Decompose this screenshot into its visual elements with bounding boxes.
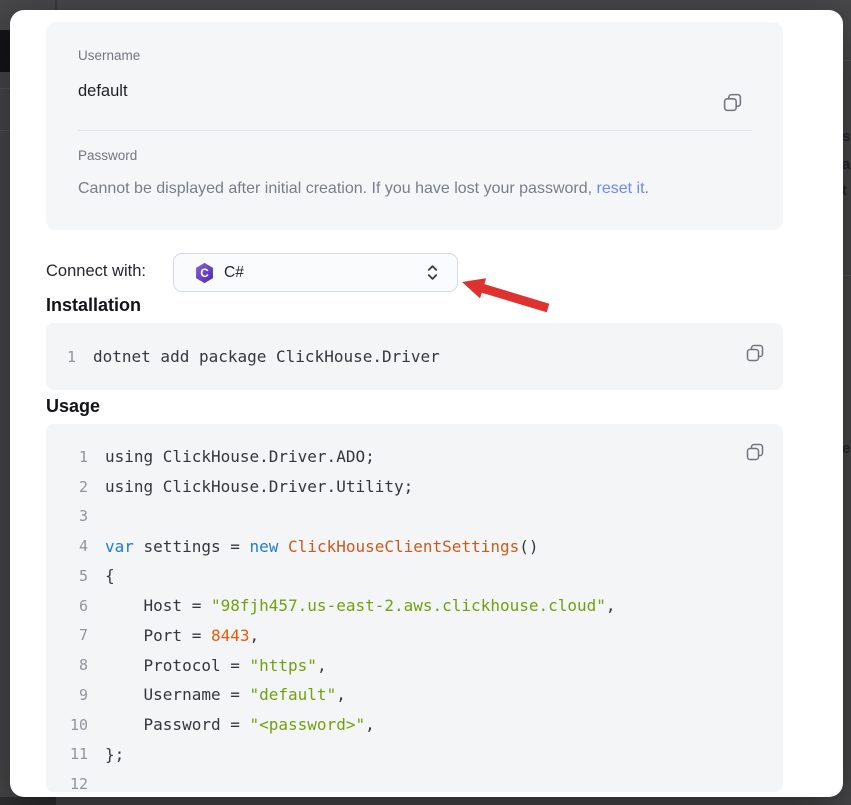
reset-password-link[interactable]: reset it	[597, 180, 645, 197]
code-line: 6 Host = "98fjh457.us-east-2.aws.clickho…	[46, 591, 783, 621]
language-select[interactable]: C C#	[173, 253, 458, 292]
code-text: var settings = new ClickHouseClientSetti…	[105, 537, 539, 556]
usage-code-block: 1 using ClickHouse.Driver.ADO; 2 using Clic…	[46, 424, 783, 792]
installation-code-block: 1 dotnet add package ClickHouse.Driver	[46, 323, 783, 390]
username-label: Username	[78, 48, 140, 63]
card-divider	[78, 130, 752, 131]
code-line: 1 dotnet add package ClickHouse.Driver	[46, 342, 783, 372]
line-number: 10	[46, 716, 88, 734]
connect-with-label: Connect with:	[46, 262, 146, 281]
copy-icon	[745, 351, 765, 366]
code-text: Port = 8443,	[105, 626, 259, 645]
backdrop-letter-fragment: a	[842, 156, 851, 174]
code-line: 5{	[46, 561, 783, 591]
line-number: 3	[46, 507, 88, 525]
code-line: 11};	[46, 740, 783, 770]
line-number: 7	[46, 626, 88, 644]
code-text: {	[105, 566, 115, 585]
code-line: 2 using ClickHouse.Driver.Utility;	[46, 472, 783, 502]
code-line: 9 Username = "default",	[46, 680, 783, 710]
line-number: 11	[46, 745, 88, 763]
code-text: Username = "default",	[105, 685, 346, 704]
line-number: 1	[46, 448, 88, 466]
username-value: default	[78, 82, 128, 101]
usage-code: 1 using ClickHouse.Driver.ADO; 2 using Clic…	[46, 442, 783, 792]
code-line: 10 Password = "<password>",	[46, 710, 783, 740]
password-note: Cannot be displayed after initial creati…	[78, 180, 649, 198]
code-line: 8 Protocol = "https",	[46, 650, 783, 680]
usage-heading: Usage	[46, 396, 100, 417]
code-text: Password = "<password>",	[105, 715, 375, 734]
password-note-text: Cannot be displayed after initial creati…	[78, 180, 597, 197]
password-label: Password	[78, 148, 137, 163]
line-number: 6	[46, 597, 88, 615]
copy-usage-button[interactable]	[745, 442, 765, 462]
line-number: 12	[46, 775, 88, 792]
backdrop-seam	[843, 60, 851, 61]
backdrop-letter-fragment: e	[842, 440, 851, 458]
code-text: };	[105, 745, 124, 764]
screen: { "modal": { "credentials": { "username_…	[0, 0, 851, 805]
copy-icon	[745, 450, 765, 465]
installation-heading: Installation	[46, 295, 141, 316]
selected-language: C#	[224, 264, 244, 282]
backdrop-dark-panel	[0, 30, 10, 72]
line-number: 4	[46, 537, 88, 555]
code-line: 12	[46, 769, 783, 792]
svg-text:C: C	[200, 266, 209, 280]
backdrop-letter-fragment: s	[842, 128, 851, 146]
line-number: 1	[46, 348, 76, 366]
line-number: 5	[46, 567, 88, 585]
line-number: 9	[46, 686, 88, 704]
connection-details-modal: Username default Password Cannot be disp…	[10, 10, 843, 797]
copy-icon	[722, 101, 743, 116]
csharp-logo-icon: C	[194, 262, 215, 284]
backdrop-letter-fragment: t	[842, 182, 851, 200]
copy-username-button[interactable]	[722, 92, 743, 113]
line-number: 8	[46, 656, 88, 674]
backdrop-seam	[843, 275, 851, 276]
backdrop-top-seam	[55, 0, 57, 10]
backdrop-bottom-panel	[0, 797, 56, 805]
code-text: Host = "98fjh457.us-east-2.aws.clickhous…	[105, 596, 616, 615]
installation-code: 1 dotnet add package ClickHouse.Driver	[46, 342, 783, 372]
code-line: 1 using ClickHouse.Driver.ADO;	[46, 442, 783, 472]
backdrop-seam	[0, 88, 10, 89]
code-text: using ClickHouse.Driver.ADO;	[105, 447, 375, 466]
code-text: Protocol = "https",	[105, 656, 327, 675]
annotation-arrow	[460, 274, 552, 318]
code-text: using ClickHouse.Driver.Utility;	[105, 477, 413, 496]
line-number: 2	[46, 478, 88, 496]
code-line: 3	[46, 502, 783, 532]
code-line: 4 var settings = new ClickHouseClientSett…	[46, 531, 783, 561]
credentials-card: Username default Password Cannot be disp…	[46, 22, 783, 230]
copy-installation-button[interactable]	[745, 343, 765, 363]
code-text: dotnet add package ClickHouse.Driver	[93, 347, 440, 366]
backdrop-seam	[0, 130, 10, 131]
chevron-up-down-icon	[426, 263, 439, 282]
password-note-period: .	[645, 180, 649, 197]
code-line: 7 Port = 8443,	[46, 621, 783, 651]
